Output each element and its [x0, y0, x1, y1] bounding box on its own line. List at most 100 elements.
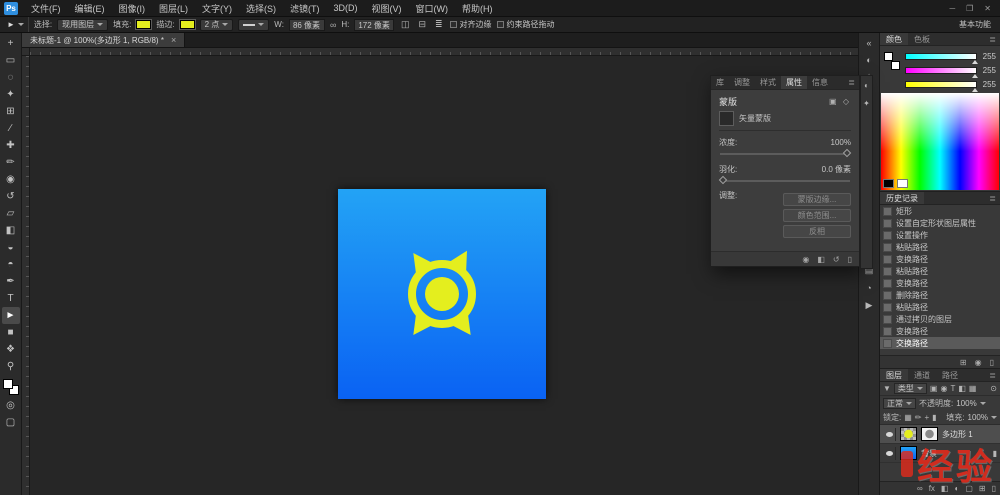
clone-stamp-tool[interactable]: ◉	[2, 171, 20, 188]
history-item[interactable]: 粘贴路径	[880, 301, 1000, 313]
menu-edit[interactable]: 编辑(E)	[68, 0, 112, 16]
styles-icon[interactable]: ✦	[863, 99, 870, 108]
quick-mask-button[interactable]: ◎	[2, 397, 20, 414]
tab-styles[interactable]: 样式	[755, 76, 781, 89]
menu-type[interactable]: 文字(Y)	[195, 0, 239, 16]
history-item[interactable]: 变换路径	[880, 253, 1000, 265]
fill-opacity-value[interactable]: 100%	[968, 413, 988, 422]
filter-smart-objects-icon[interactable]: ▦	[969, 384, 977, 393]
delete-mask-icon[interactable]: ▯	[848, 255, 852, 264]
panel-menu-icon[interactable]: ≣	[989, 33, 1000, 45]
tab-channels[interactable]: 通道	[908, 369, 936, 381]
history-item[interactable]: 设置操作	[880, 229, 1000, 241]
new-snapshot-icon[interactable]: ◉	[975, 358, 982, 367]
width-field[interactable]: 86 像素	[289, 19, 325, 31]
shape-tool[interactable]: ■	[2, 324, 20, 341]
filter-switch-icon[interactable]: ⊙	[990, 384, 997, 393]
red-slider[interactable]	[905, 53, 977, 60]
hand-tool[interactable]: ❖	[2, 341, 20, 358]
adjustments-panel-icon[interactable]: ◐	[861, 55, 877, 66]
panel-menu-icon[interactable]: ≣	[989, 192, 1000, 204]
brush-tool[interactable]: ✏	[2, 154, 20, 171]
stroke-type-dropdown[interactable]	[238, 19, 269, 31]
path-arrange-button[interactable]: ≣	[433, 19, 445, 30]
tab-swatches[interactable]: 色板	[908, 33, 936, 45]
green-slider[interactable]	[905, 67, 977, 74]
visibility-eye-icon[interactable]	[883, 447, 896, 460]
panel-menu-icon[interactable]: ≣	[989, 369, 1000, 381]
green-value[interactable]: 255	[980, 66, 996, 75]
history-item[interactable]: 设置自定形状图层属性	[880, 217, 1000, 229]
filter-kind-dropdown[interactable]: 类型	[894, 383, 927, 394]
filter-adjustment-layers-icon[interactable]: ◉	[940, 384, 947, 393]
tab-paths[interactable]: 路径	[936, 369, 964, 381]
menu-layer[interactable]: 图层(L)	[152, 0, 195, 16]
opacity-value[interactable]: 100%	[956, 399, 976, 408]
vertical-ruler[interactable]	[22, 56, 30, 495]
eyedropper-tool[interactable]: ∕	[2, 120, 20, 137]
invert-button[interactable]: 反相	[783, 225, 851, 238]
minimize-button[interactable]: ─	[949, 4, 955, 13]
tab-color[interactable]: 颜色	[880, 33, 908, 45]
tab-adjustments[interactable]: 调整	[729, 76, 755, 89]
add-pixel-mask-icon[interactable]: ▣	[827, 97, 839, 106]
white-swatch[interactable]	[897, 179, 908, 188]
mask-selection-icon[interactable]: ◉	[802, 255, 809, 264]
timeline-panel-icon[interactable]: ◔	[861, 282, 877, 293]
tab-properties[interactable]: 属性	[781, 76, 807, 89]
move-tool[interactable]: +	[2, 35, 20, 52]
close-button[interactable]: ✕	[984, 4, 991, 13]
density-value[interactable]: 100%	[831, 138, 851, 147]
fill-color-swatch[interactable]	[136, 20, 151, 29]
lasso-tool[interactable]: ◌	[2, 69, 20, 86]
new-doc-from-state-icon[interactable]: ⊞	[960, 358, 967, 367]
mask-edge-button[interactable]: 蒙版边缘...	[783, 193, 851, 206]
filter-shape-layers-icon[interactable]: ◧	[958, 384, 966, 393]
crop-tool[interactable]: ⊞	[2, 103, 20, 120]
lock-position-icon[interactable]: +	[925, 413, 930, 422]
actions-panel-icon[interactable]: ▶	[861, 300, 877, 311]
zoom-tool[interactable]: ⚲	[2, 358, 20, 375]
lock-transparent-icon[interactable]: ▦	[904, 413, 912, 422]
foreground-color-swatch[interactable]	[884, 52, 893, 61]
vector-mask-thumbnail[interactable]	[719, 111, 734, 126]
adjustments-icon[interactable]: ◐	[864, 81, 869, 90]
feather-value[interactable]: 0.0 像素	[822, 164, 851, 175]
history-item[interactable]: 删除路径	[880, 289, 1000, 301]
document-tab[interactable]: 未标题-1 @ 100%(多边形 1, RGB/8) * ×	[22, 33, 185, 47]
history-item[interactable]: 粘贴路径	[880, 241, 1000, 253]
path-operations-button[interactable]: ◫	[399, 19, 412, 30]
menu-help[interactable]: 帮助(H)	[455, 0, 500, 16]
menu-file[interactable]: 文件(F)	[24, 0, 68, 16]
delete-state-icon[interactable]: ▯	[990, 358, 994, 367]
slider-handle[interactable]	[972, 74, 978, 78]
lock-pixels-icon[interactable]: ✏	[915, 413, 922, 422]
feather-slider[interactable]	[720, 180, 850, 182]
filter-pixel-layers-icon[interactable]: ▣	[930, 384, 938, 393]
menu-3d[interactable]: 3D(D)	[327, 0, 365, 16]
type-tool[interactable]: T	[2, 290, 20, 307]
constrain-path-checkbox[interactable]: 约束路径拖动	[497, 19, 555, 30]
collapse-dock-icon[interactable]: «	[861, 37, 877, 48]
tool-preset-picker[interactable]: ►	[3, 17, 29, 32]
color-fg-bg-swatches[interactable]	[884, 52, 900, 70]
dodge-tool[interactable]: ◓	[2, 256, 20, 273]
slider-handle[interactable]	[719, 176, 727, 184]
menu-view[interactable]: 视图(V)	[365, 0, 409, 16]
red-value[interactable]: 255	[980, 52, 996, 61]
history-item[interactable]: 通过拷贝的图层	[880, 313, 1000, 325]
history-item[interactable]: 粘贴路径	[880, 265, 1000, 277]
add-vector-mask-icon[interactable]: ◇	[841, 97, 851, 106]
tab-history[interactable]: 历史记录	[880, 192, 924, 204]
close-tab-icon[interactable]: ×	[171, 35, 176, 45]
history-item[interactable]: 交换路径	[880, 337, 1000, 349]
screen-mode-button[interactable]: ▢	[2, 414, 20, 431]
blue-value[interactable]: 255	[980, 80, 996, 89]
color-range-button[interactable]: 颜色范围...	[783, 209, 851, 222]
workspace-switcher[interactable]: 基本功能	[950, 19, 1000, 30]
horizontal-ruler[interactable]	[30, 48, 858, 56]
link-dimensions-icon[interactable]: ∞	[330, 20, 336, 30]
artboard[interactable]	[338, 189, 546, 399]
enable-mask-icon[interactable]: ↺	[833, 255, 840, 264]
gradient-tool[interactable]: ◧	[2, 222, 20, 239]
